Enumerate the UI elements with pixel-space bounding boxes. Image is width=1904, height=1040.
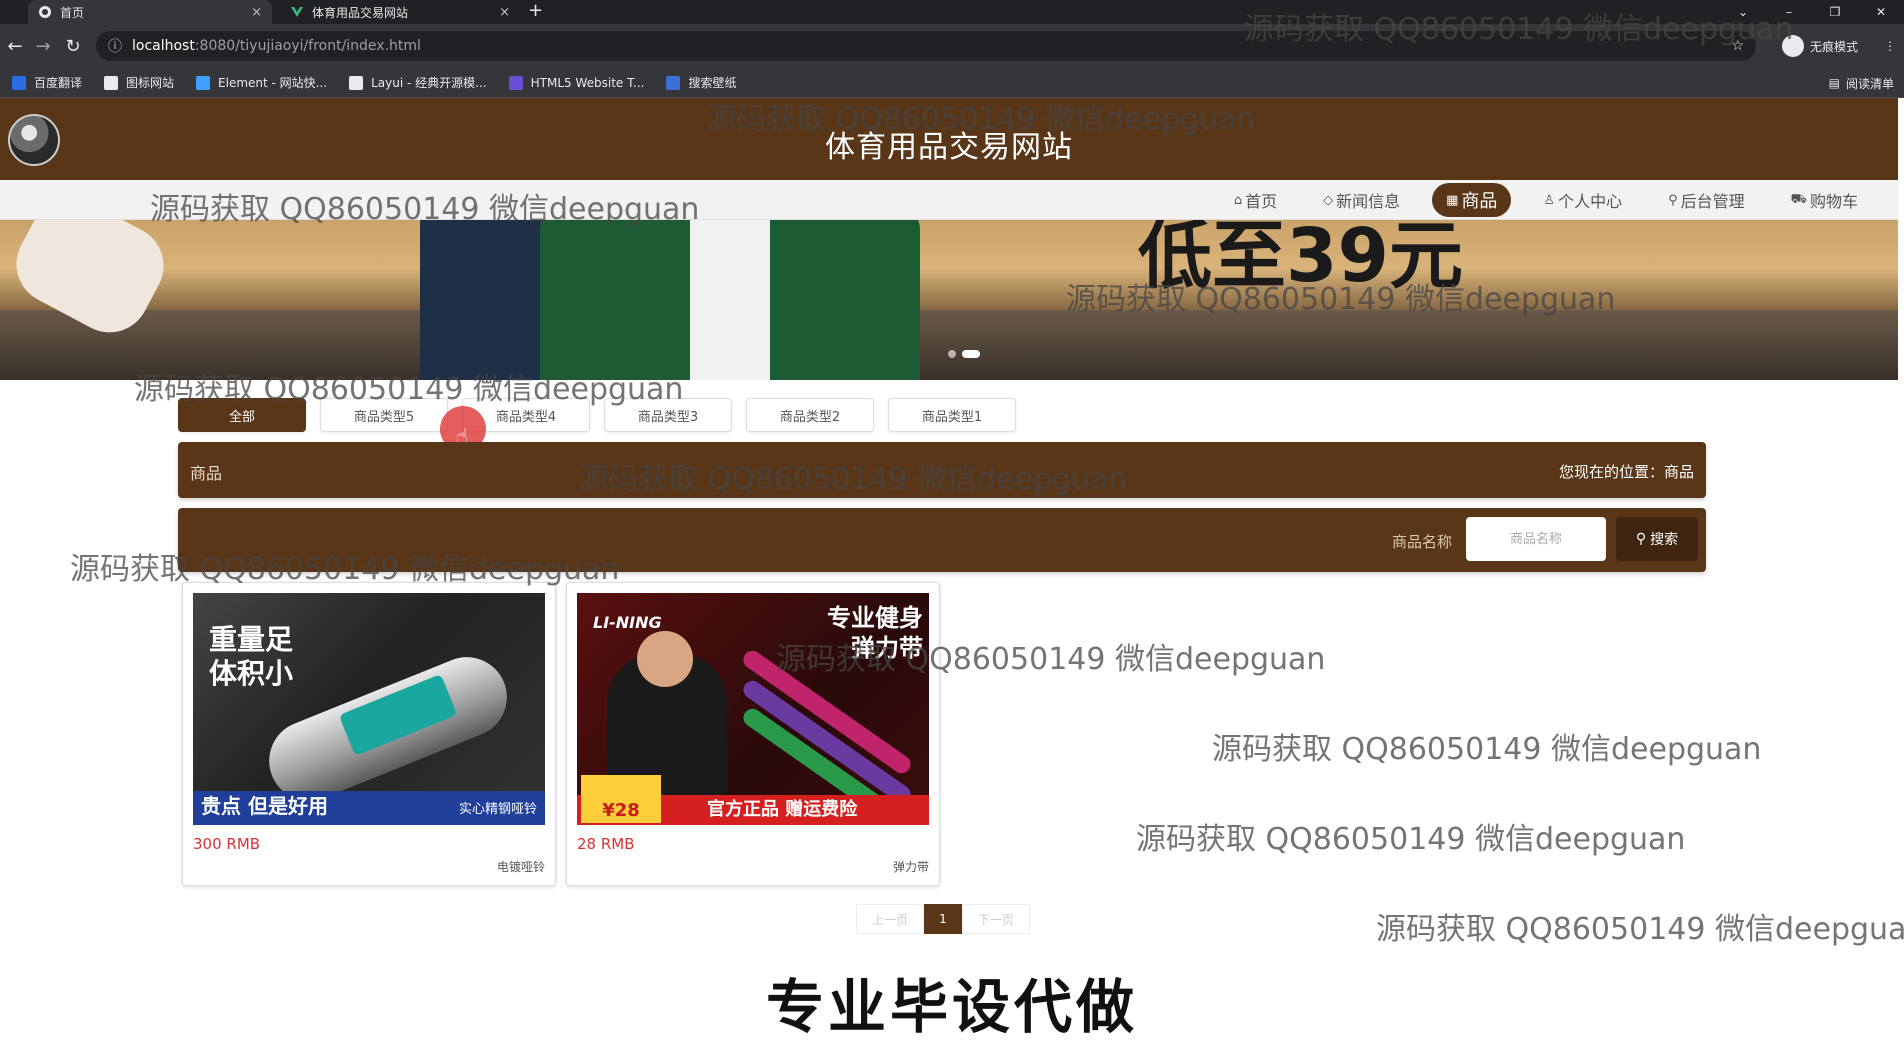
search-input[interactable] xyxy=(1466,517,1606,561)
browser-tab-home[interactable]: 首页 × xyxy=(28,0,272,24)
product-list: 重量足 体积小 贵点 但是好用 实心精钢哑铃 300 RMB 电镀哑铃 LI-N… xyxy=(182,582,940,886)
search-label: 商品名称 xyxy=(1392,533,1453,551)
reload-icon[interactable]: ↻ xyxy=(58,24,88,68)
close-icon[interactable]: × xyxy=(499,5,510,20)
vue-icon xyxy=(290,5,304,19)
product-name: 电镀哑铃 xyxy=(496,860,545,874)
tab-title: 体育用品交易网站 xyxy=(312,5,409,20)
incognito-indicator[interactable]: 无痕模式 ⋮ xyxy=(1782,34,1896,58)
bookmark-item[interactable]: 搜索壁纸 xyxy=(666,74,736,91)
category-tab[interactable]: 商品类型2 xyxy=(746,398,874,432)
watermark: 源码获取 QQ86050149 微信deepguan xyxy=(1066,282,1616,317)
product-image[interactable]: LI-NING 专业健身 弹力带 官方正品 赠运费险 ¥28 xyxy=(577,593,929,825)
carousel-dot[interactable] xyxy=(948,350,956,358)
carousel-dot-active[interactable] xyxy=(962,350,980,358)
user-icon: ♙ xyxy=(1543,192,1556,208)
watermark: 源码获取 QQ86050149 微信deepguan xyxy=(70,552,620,587)
product-name: 弹力带 xyxy=(892,860,929,874)
tab-title: 首页 xyxy=(60,5,85,20)
reading-list-icon: ▤ xyxy=(1828,76,1840,90)
bookmark-item[interactable]: Layui - 经典开源模... xyxy=(349,74,487,91)
carousel-dots xyxy=(948,350,980,358)
watermark: 源码获取 QQ86050149 微信deepguan xyxy=(1376,912,1904,947)
pagination: 上一页 1 下一页 xyxy=(856,904,1030,934)
watermark: 源码获取 QQ86050149 微信deepguan xyxy=(776,642,1326,677)
more-icon[interactable]: ⋮ xyxy=(1884,39,1896,53)
model-figure xyxy=(637,631,693,687)
grid-icon: ▦ xyxy=(1446,192,1459,208)
bookmark-item[interactable]: 图标网站 xyxy=(104,74,174,91)
watermark: 源码获取 QQ86050149 微信deepguan xyxy=(150,192,700,227)
restore-icon[interactable]: ❐ xyxy=(1812,0,1858,24)
category-tab[interactable]: 商品类型1 xyxy=(888,398,1016,432)
watermark: 源码获取 QQ86050149 微信deepguan xyxy=(706,102,1256,137)
product-card[interactable]: 重量足 体积小 贵点 但是好用 实心精钢哑铃 300 RMB 电镀哑铃 xyxy=(182,582,556,886)
bookmark-item[interactable]: HTML5 Website T... xyxy=(508,75,644,90)
image-price-tag: ¥28 xyxy=(581,775,661,823)
layui-icon xyxy=(349,75,364,90)
cart-icon: ⛟ xyxy=(1790,191,1807,207)
forward-icon[interactable]: → xyxy=(28,24,58,68)
globe-icon xyxy=(38,5,52,19)
page-number[interactable]: 1 xyxy=(924,904,962,934)
prev-page-button[interactable]: 上一页 xyxy=(856,904,924,934)
resistance-band xyxy=(739,677,915,807)
home-icon: ⌂ xyxy=(1233,192,1243,208)
info-icon[interactable]: ⓘ xyxy=(108,36,122,56)
next-page-button[interactable]: 下一页 xyxy=(962,904,1030,934)
nav-home[interactable]: ⌂ 首页 xyxy=(1220,183,1291,217)
back-icon[interactable]: ← xyxy=(0,24,30,68)
breadcrumb: 您现在的位置：商品 xyxy=(1558,463,1694,481)
close-icon[interactable]: × xyxy=(251,5,262,20)
nav-profile[interactable]: ♙ 个人中心 xyxy=(1529,183,1636,217)
wallpaper-icon xyxy=(666,75,681,90)
brand-logo: LI-NING xyxy=(593,613,662,632)
product-card[interactable]: LI-NING 专业健身 弹力带 官方正品 赠运费险 ¥28 28 RMB 弹力… xyxy=(566,582,940,886)
nav-cart[interactable]: ⛟ 购物车 xyxy=(1777,183,1872,217)
watermark: 源码获取 QQ86050149 微信deepguan xyxy=(134,372,684,407)
banner-figure xyxy=(690,220,770,380)
product-price: 300 RMB xyxy=(193,835,261,853)
watermark: 源码获取 QQ86050149 微信deepguan xyxy=(1244,12,1794,47)
tag-icon: ◇ xyxy=(1323,192,1334,208)
footer-slogan: 专业毕设代做 xyxy=(765,973,1138,1040)
search-button[interactable]: ⚲ 搜索 xyxy=(1616,517,1698,561)
element-icon xyxy=(196,75,211,90)
watermark: 源码获取 QQ86050149 微信deepguan xyxy=(1136,822,1686,857)
search-icon: ⚲ xyxy=(1635,531,1647,547)
watermark: 源码获取 QQ86050149 微信deepguan xyxy=(578,462,1128,497)
bookmark-icon xyxy=(12,75,26,90)
html5-icon xyxy=(508,75,523,90)
product-image[interactable]: 重量足 体积小 贵点 但是好用 实心精钢哑铃 xyxy=(193,593,545,825)
nav-news[interactable]: ◇ 新闻信息 xyxy=(1309,183,1414,217)
new-tab-button[interactable]: + xyxy=(528,0,543,24)
flag-icon xyxy=(104,75,119,90)
browser-tab-site[interactable]: 体育用品交易网站 × xyxy=(280,0,520,24)
bookmark-item[interactable]: 百度翻译 xyxy=(12,74,82,91)
reading-list-button[interactable]: ▤ 阅读清单 xyxy=(1829,68,1894,98)
product-price: 28 RMB xyxy=(577,835,635,853)
watermark: 源码获取 QQ86050149 微信deepguan xyxy=(1212,732,1762,767)
link-icon: ⚲ xyxy=(1668,192,1678,208)
nav-admin[interactable]: ⚲ 后台管理 xyxy=(1654,183,1759,217)
nav-products[interactable]: ▦ 商品 xyxy=(1432,183,1512,217)
close-window-icon[interactable]: ✕ xyxy=(1858,0,1904,24)
section-title: 商品 xyxy=(190,464,223,483)
bookmark-item[interactable]: Element - 网站快... xyxy=(196,74,327,91)
